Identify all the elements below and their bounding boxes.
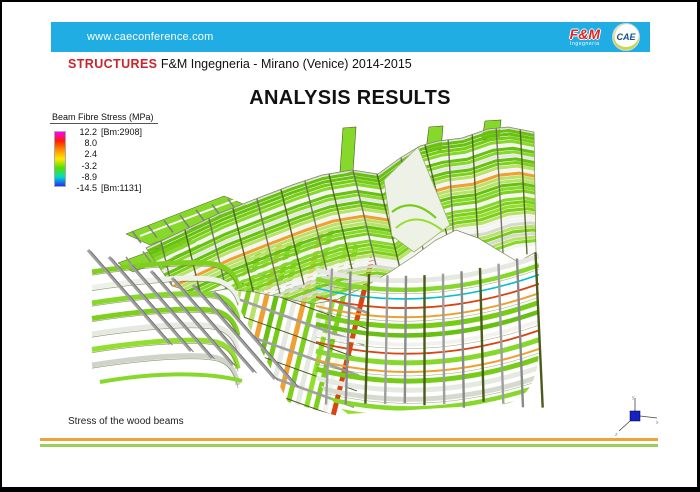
cae-conference-logo: CAE: [612, 23, 640, 51]
triad-x-label: x: [656, 420, 659, 426]
legend: Beam Fibre Stress (MPa) 12.2[Bm:2908] 8.…: [50, 112, 158, 194]
legend-colorbar: [54, 131, 66, 187]
page-title: ANALYSIS RESULTS: [0, 87, 700, 110]
legend-entry: -3.2: [71, 160, 142, 171]
figure-caption: Stress of the wood beams: [68, 416, 184, 427]
legend-entry: 12.2[Bm:2908]: [71, 126, 142, 137]
legend-labels: 12.2[Bm:2908] 8.0 2.4 -3.2 -8.9 -14.5[Bm…: [71, 126, 142, 194]
legend-entry: 2.4: [71, 149, 142, 160]
logo-group: F&M Ingegneria CAE: [570, 23, 640, 51]
legend-entry: 8.0: [71, 137, 142, 148]
legend-title: Beam Fibre Stress (MPa): [50, 112, 158, 124]
header-subtitle: F&M Ingegneria - Mirano (Venice) 2014-20…: [157, 57, 411, 71]
conference-url[interactable]: www.caeconference.com: [87, 31, 213, 43]
footer-line-green: [40, 444, 658, 447]
legend-entry: -14.5[Bm:1131]: [71, 182, 142, 193]
top-bar: www.caeconference.com F&M Ingegneria CAE: [51, 22, 650, 52]
legend-entry: -8.9: [71, 171, 142, 182]
brand-label: STRUCTURES: [68, 57, 157, 71]
header-line: STRUCTURES F&M Ingegneria - Mirano (Veni…: [68, 57, 412, 71]
triad-y-label: y: [632, 395, 635, 401]
footer-line-orange: [40, 438, 658, 441]
axis-triad-icon: y x z: [612, 394, 660, 440]
triad-origin: [630, 411, 640, 421]
fm-ingegneria-logo: F&M Ingegneria: [570, 27, 600, 47]
